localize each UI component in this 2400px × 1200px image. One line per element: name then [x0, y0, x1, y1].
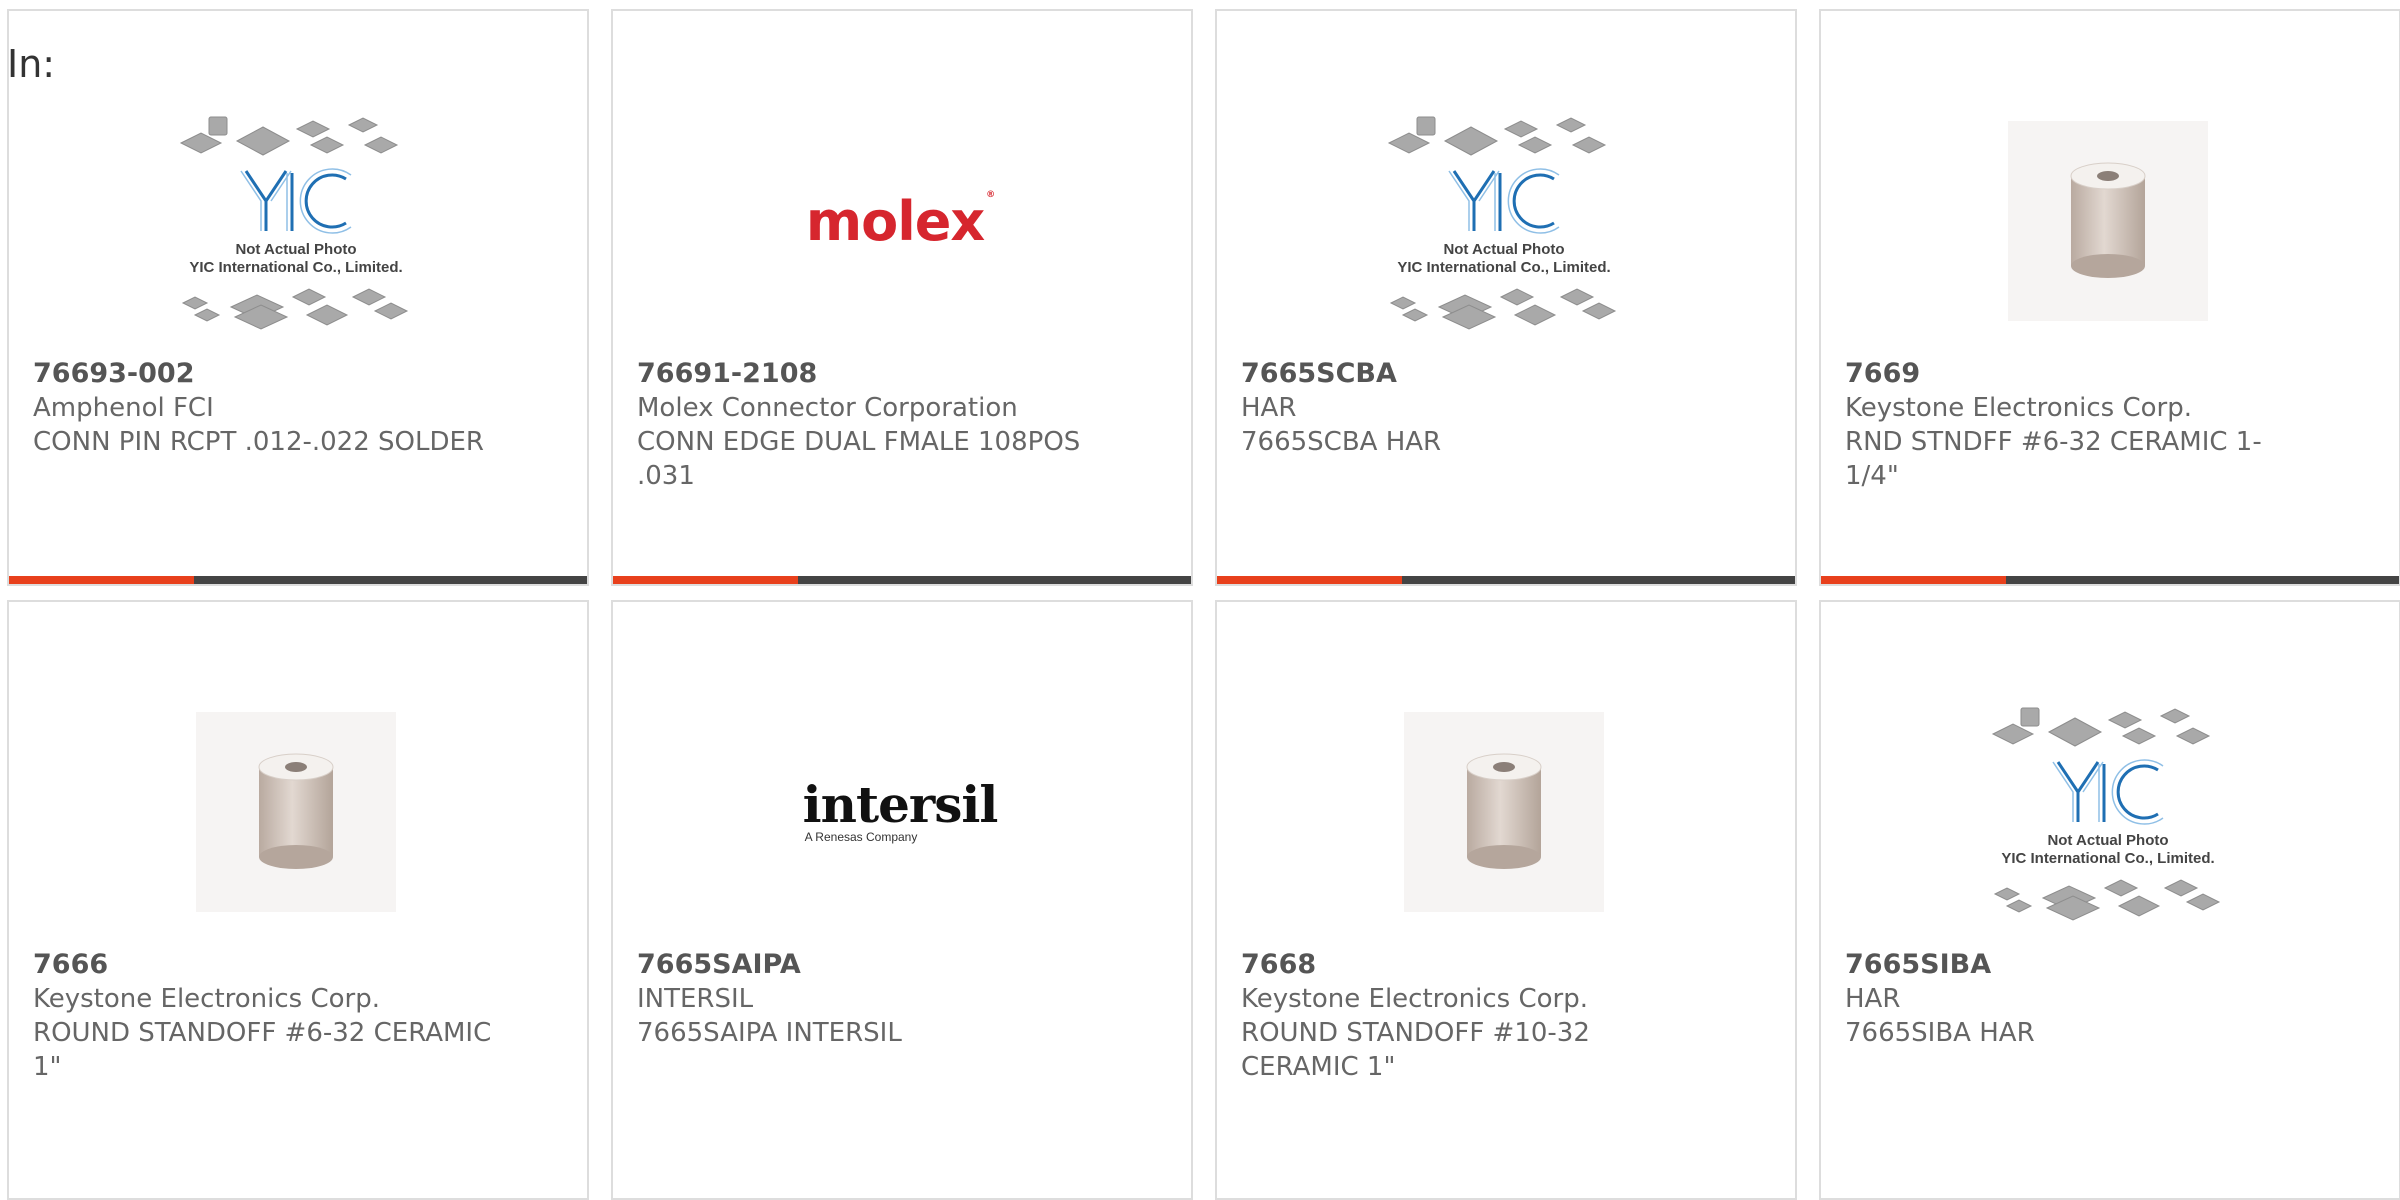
- product-grid: Not Actual Photo YIC International Co., L…: [0, 0, 2400, 1200]
- product-card[interactable]: 7668 Keystone Electronics Corp. ROUND ST…: [1215, 600, 1797, 1200]
- registered-mark: ®: [986, 189, 995, 200]
- product-image[interactable]: intersil A Renesas Company: [765, 692, 1035, 932]
- intersil-logo-text: intersil: [802, 775, 999, 834]
- product-info: 7665SAIPA INTERSIL 7665SAIPA INTERSIL: [637, 948, 1157, 1050]
- part-number[interactable]: 76691-2108: [637, 357, 1157, 391]
- product-info: 7665SCBA HAR 7665SCBA HAR: [1241, 357, 1761, 459]
- caption-line-2: YIC International Co., Limited.: [2001, 850, 2215, 867]
- not-actual-photo-image: [1991, 707, 2221, 921]
- product-image[interactable]: Not Actual Photo YIC International Co., L…: [1369, 101, 1639, 341]
- intersil-logo-subtext: A Renesas Company: [804, 830, 918, 844]
- card-accent-fill: [1821, 576, 2006, 584]
- part-number[interactable]: 7665SCBA: [1241, 357, 1761, 391]
- card-accent-fill: [9, 576, 194, 584]
- molex-logo: molex ®: [805, 189, 995, 253]
- not-actual-photo-caption: Not Actual Photo YIC International Co., L…: [1369, 241, 1639, 277]
- part-number[interactable]: 7666: [33, 948, 553, 982]
- card-accent-bar: [1821, 576, 2399, 584]
- description: 7665SIBA HAR: [1845, 1018, 2035, 1048]
- card-accent-bar: [9, 576, 587, 584]
- manufacturer: Keystone Electronics Corp.: [33, 984, 381, 1014]
- part-number[interactable]: 7669: [1845, 357, 2365, 391]
- product-info: 76691-2108 Molex Connector Corporation C…: [637, 357, 1157, 493]
- description: CONN PIN RCPT .012-.022 SOLDER: [33, 427, 484, 457]
- intersil-logo: intersil A Renesas Company: [802, 775, 999, 845]
- product-image[interactable]: molex ®: [765, 101, 1035, 341]
- caption-line-1: Not Actual Photo: [2047, 832, 2169, 849]
- description: 7665SAIPA INTERSIL: [637, 1018, 902, 1048]
- product-card[interactable]: Not Actual Photo YIC International Co., L…: [1819, 600, 2400, 1200]
- not-actual-photo-image: [1387, 116, 1617, 330]
- manufacturer: Keystone Electronics Corp.: [1241, 984, 1589, 1014]
- caption-line-2: YIC International Co., Limited.: [1397, 259, 1611, 276]
- product-image[interactable]: Not Actual Photo YIC International Co., L…: [1973, 692, 2243, 932]
- ceramic-standoff-photo: [2008, 121, 2208, 321]
- card-accent-fill: [613, 576, 798, 584]
- product-info: 7665SIBA HAR 7665SIBA HAR: [1845, 948, 2365, 1050]
- product-card[interactable]: Not Actual Photo YIC International Co., L…: [1215, 9, 1797, 586]
- product-card[interactable]: 7669 Keystone Electronics Corp. RND STND…: [1819, 9, 2400, 586]
- not-actual-photo-image: [179, 116, 409, 330]
- product-info: 7668 Keystone Electronics Corp. ROUND ST…: [1241, 948, 1761, 1084]
- product-info: 7666 Keystone Electronics Corp. ROUND ST…: [33, 948, 553, 1084]
- card-accent-bar: [613, 576, 1191, 584]
- part-number[interactable]: 7668: [1241, 948, 1761, 982]
- ceramic-standoff-photo: [1404, 712, 1604, 912]
- manufacturer: Amphenol FCI: [33, 393, 214, 423]
- part-number[interactable]: 76693-002: [33, 357, 553, 391]
- product-card[interactable]: molex ® 76691-2108 Molex Connector Corpor…: [611, 9, 1193, 586]
- manufacturer: HAR: [1845, 984, 1901, 1014]
- part-number[interactable]: 7665SIBA: [1845, 948, 2365, 982]
- product-image[interactable]: Not Actual Photo YIC International Co., L…: [161, 101, 431, 341]
- product-card[interactable]: Not Actual Photo YIC International Co., L…: [7, 9, 589, 586]
- product-info: 7669 Keystone Electronics Corp. RND STND…: [1845, 357, 2365, 493]
- manufacturer: Molex Connector Corporation: [637, 393, 1018, 423]
- description: 7665SCBA HAR: [1241, 427, 1442, 457]
- product-card[interactable]: intersil A Renesas Company 7665SAIPA INTE…: [611, 600, 1193, 1200]
- description: CONN EDGE DUAL FMALE 108POS .031: [637, 427, 1081, 491]
- product-info: 76693-002 Amphenol FCI CONN PIN RCPT .01…: [33, 357, 553, 459]
- product-image[interactable]: [161, 692, 431, 932]
- description: ROUND STANDOFF #6-32 CERAMIC 1": [33, 1018, 492, 1082]
- page-label: In:: [7, 42, 56, 86]
- caption-line-1: Not Actual Photo: [235, 241, 357, 258]
- product-image[interactable]: [1973, 101, 2243, 341]
- caption-line-1: Not Actual Photo: [1443, 241, 1565, 258]
- molex-logo-text: molex: [805, 189, 985, 253]
- caption-line-2: YIC International Co., Limited.: [189, 259, 403, 276]
- product-image[interactable]: [1369, 692, 1639, 932]
- description: ROUND STANDOFF #10-32 CERAMIC 1": [1241, 1018, 1590, 1082]
- manufacturer: HAR: [1241, 393, 1297, 423]
- not-actual-photo-caption: Not Actual Photo YIC International Co., L…: [1973, 832, 2243, 868]
- not-actual-photo-caption: Not Actual Photo YIC International Co., L…: [161, 241, 431, 277]
- ceramic-standoff-photo: [196, 712, 396, 912]
- card-accent-bar: [1217, 576, 1795, 584]
- manufacturer: Keystone Electronics Corp.: [1845, 393, 2193, 423]
- product-card[interactable]: 7666 Keystone Electronics Corp. ROUND ST…: [7, 600, 589, 1200]
- card-accent-fill: [1217, 576, 1402, 584]
- description: RND STNDFF #6-32 CERAMIC 1-1/4": [1845, 427, 2262, 491]
- manufacturer: INTERSIL: [637, 984, 754, 1014]
- part-number[interactable]: 7665SAIPA: [637, 948, 1157, 982]
